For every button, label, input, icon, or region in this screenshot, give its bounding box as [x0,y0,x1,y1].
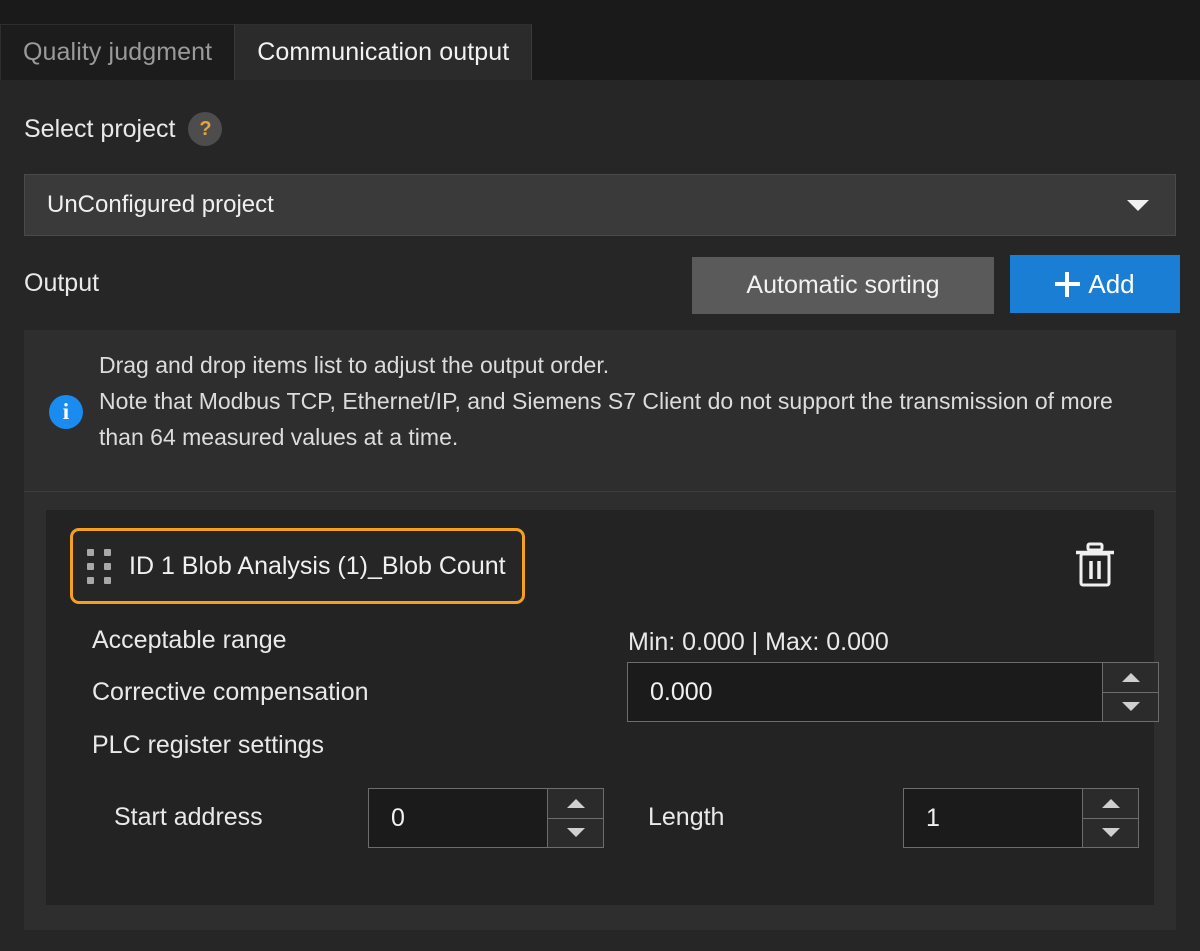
caret-up-icon [1121,672,1140,682]
stepper-up-button[interactable] [1083,789,1138,819]
length-stepper[interactable]: 1 [903,788,1139,848]
corrective-compensation-label: Corrective compensation [92,678,369,706]
stepper-down-button[interactable] [1103,692,1158,721]
tab-label: Quality judgment [23,38,213,66]
caret-down-icon [566,828,585,838]
output-item-chip[interactable]: ID 1 Blob Analysis (1)_Blob Count [70,528,525,604]
stepper-down-button[interactable] [1083,818,1138,847]
output-label: Output [24,269,100,297]
plus-icon [1055,271,1081,297]
acceptable-range-value: Min: 0.000 | Max: 0.000 [628,628,889,656]
caret-up-icon [1101,798,1120,808]
select-project-label-row: Select project ? [24,112,223,146]
automatic-sorting-label: Automatic sorting [746,271,940,299]
add-button[interactable]: Add [1010,255,1180,313]
start-address-stepper[interactable]: 0 [368,788,604,848]
project-select[interactable]: UnConfigured project [24,174,1176,236]
info-note-text: Drag and drop items list to adjust the o… [99,347,1159,455]
tab-quality-judgment[interactable]: Quality judgment [0,24,236,80]
stepper-up-button[interactable] [548,789,603,819]
add-button-label: Add [1088,268,1135,299]
acceptable-range-label: Acceptable range [92,626,287,654]
question-mark-icon[interactable]: ? [188,112,223,146]
stepper-buttons [1102,663,1158,721]
automatic-sorting-button[interactable]: Automatic sorting [692,257,994,314]
info-note-line-2: Note that Modbus TCP, Ethernet/IP, and S… [99,388,1113,450]
corrective-compensation-input[interactable]: 0.000 [628,663,1102,721]
project-select-value: UnConfigured project [47,191,274,218]
tab-label: Communication output [257,38,510,66]
info-icon: i [49,395,83,429]
output-item-card: ID 1 Blob Analysis (1)_Blob Count Accept… [46,510,1159,905]
corrective-compensation-stepper[interactable]: 0.000 [627,662,1159,722]
info-note: i Drag and drop items list to adjust the… [24,330,1176,492]
trash-icon[interactable] [1074,542,1116,588]
drag-handle-icon[interactable] [87,548,111,584]
info-note-line-1: Drag and drop items list to adjust the o… [99,352,610,378]
tab-bar: Quality judgment Communication output [0,0,1200,80]
start-address-input[interactable]: 0 [369,789,547,847]
tab-communication-output[interactable]: Communication output [235,24,533,80]
page-body: Select project ? UnConfigured project Ou… [0,80,1200,951]
select-project-label: Select project [24,114,176,143]
start-address-label: Start address [114,803,263,831]
stepper-buttons [547,789,603,847]
chevron-down-icon [1127,199,1149,211]
stepper-down-button[interactable] [548,818,603,847]
caret-down-icon [1101,828,1120,838]
length-label: Length [648,803,725,831]
output-item-title: ID 1 Blob Analysis (1)_Blob Count [129,551,506,580]
output-panel: i Drag and drop items list to adjust the… [24,330,1176,930]
stepper-up-button[interactable] [1103,663,1158,693]
length-input[interactable]: 1 [904,789,1082,847]
output-item-row: ID 1 Blob Analysis (1)_Blob Count [46,510,1154,618]
plc-register-settings-label: PLC register settings [92,731,325,759]
caret-down-icon [1121,702,1140,712]
stepper-buttons [1082,789,1138,847]
caret-up-icon [566,798,585,808]
